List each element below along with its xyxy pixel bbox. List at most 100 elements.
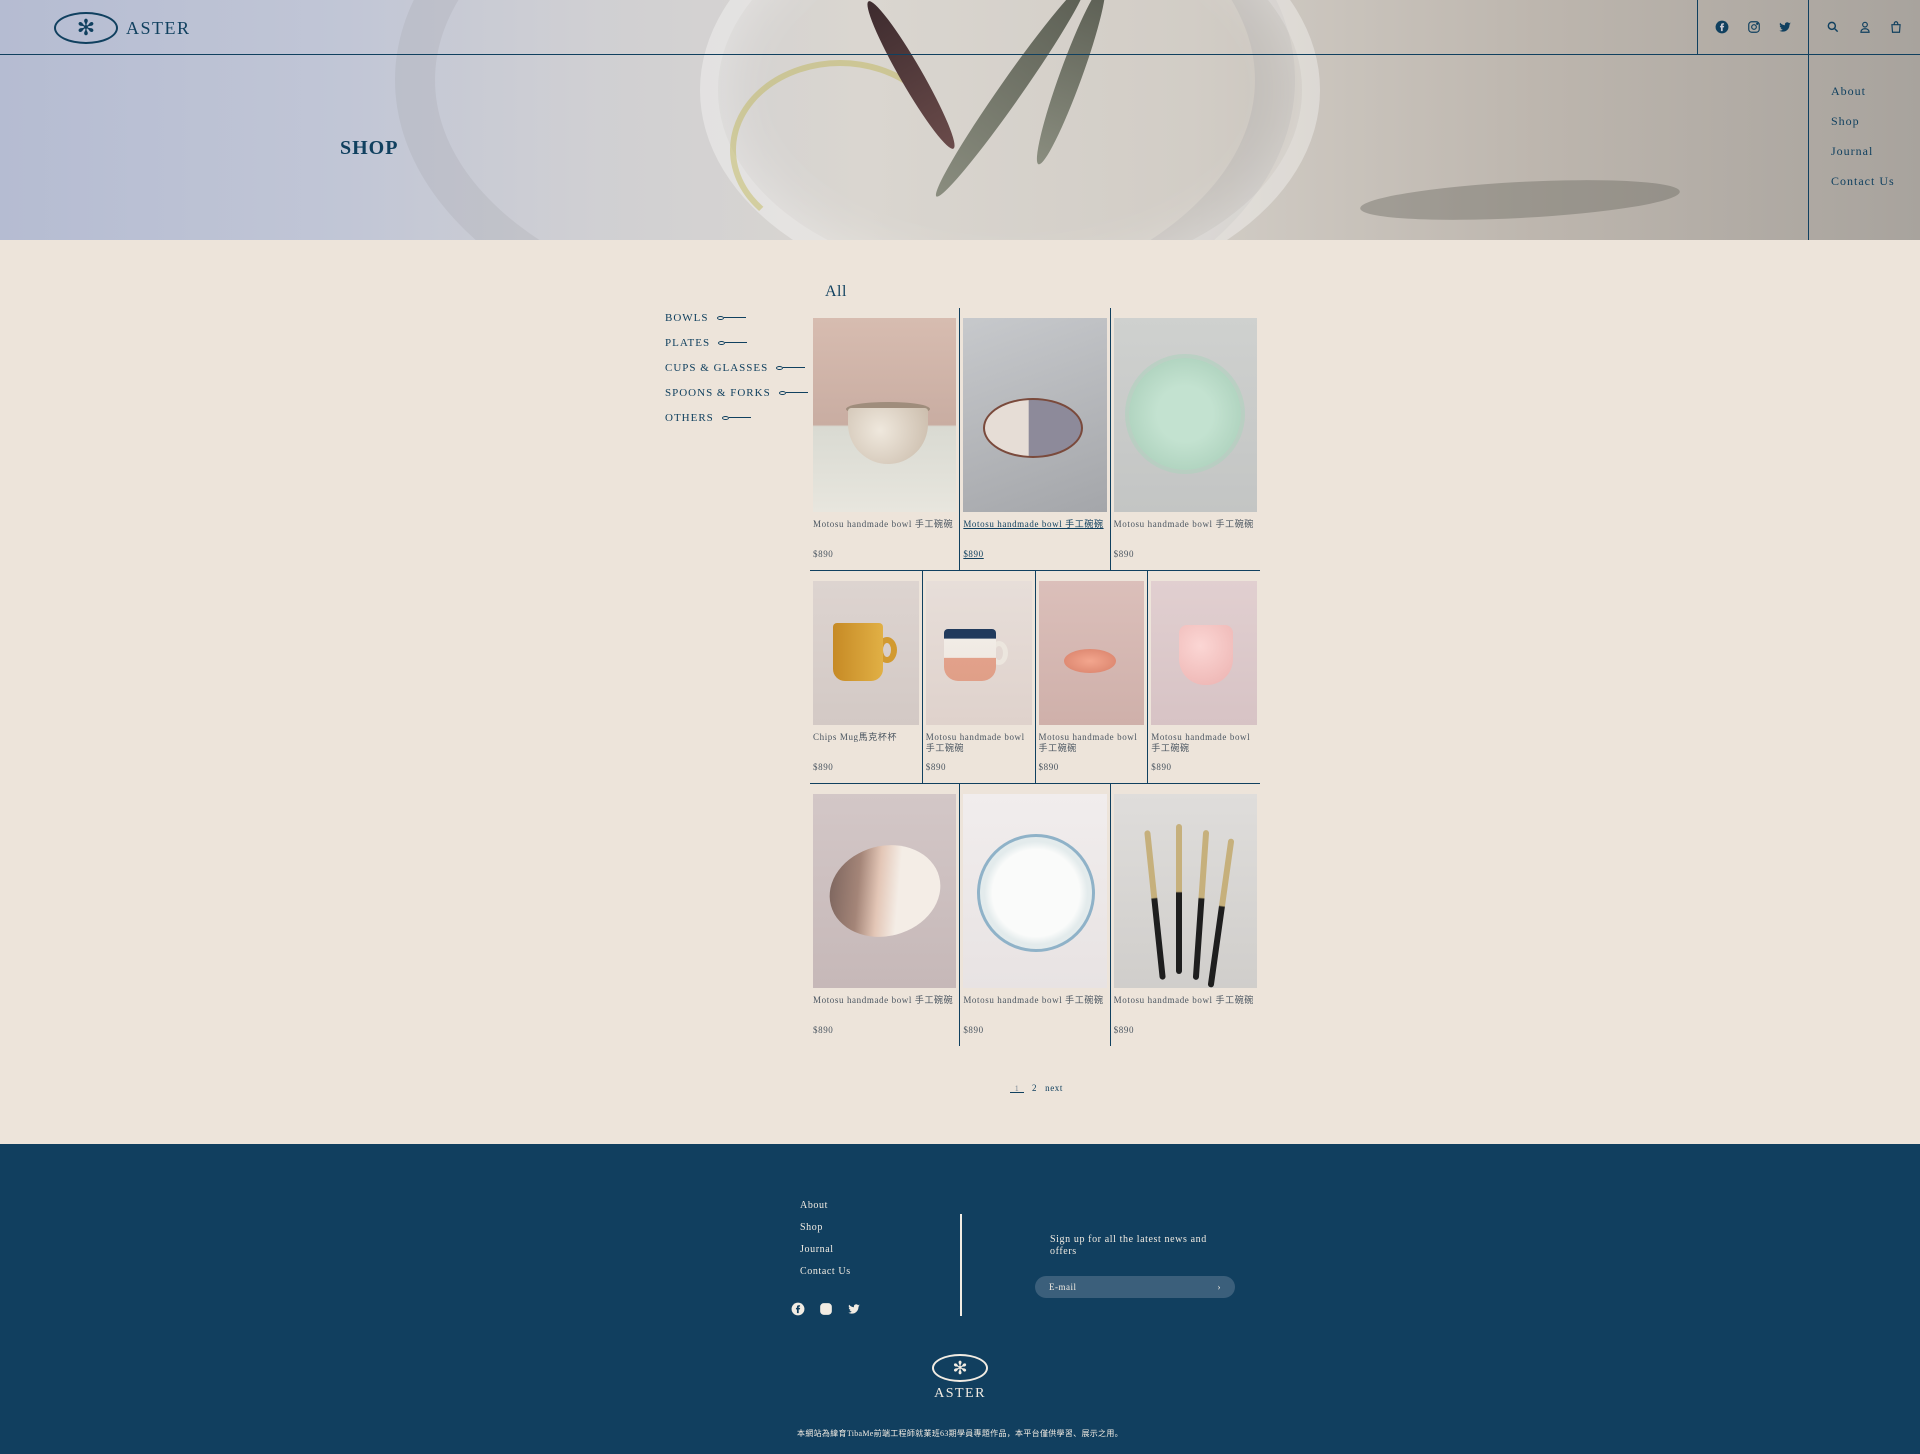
product-price: $890	[813, 549, 834, 559]
product-price: $890	[925, 762, 947, 772]
product-name[interactable]: Motosu handmade bowl 手工碗碗	[1114, 995, 1257, 1017]
page-title: SHOP	[340, 137, 399, 159]
twitter-icon[interactable]	[846, 1301, 862, 1317]
product-name[interactable]: Motosu handmade bowl 手工碗碗	[1039, 732, 1145, 754]
category-label: CUPS & GLASSES	[665, 361, 769, 374]
product-row: Motosu handmade bowl 手工碗碗 $890 Motosu ha…	[810, 784, 1260, 1046]
arrow-icon	[721, 415, 751, 420]
arrow-icon	[718, 340, 748, 345]
facebook-icon[interactable]	[790, 1301, 806, 1317]
side-nav-shop[interactable]: Shop	[1831, 114, 1895, 129]
footer-logo[interactable]: ✻ ASTER	[930, 1354, 990, 1402]
logo-emblem-icon: ✻	[54, 12, 118, 44]
product-image[interactable]	[1113, 318, 1257, 512]
top-bar	[0, 0, 1920, 55]
product-name[interactable]: Motosu handmade bowl 手工碗碗	[1114, 519, 1257, 541]
product-name[interactable]: Motosu handmade bowl 手工碗碗	[963, 519, 1106, 541]
product-name[interactable]: Motosu handmade bowl 手工碗碗	[813, 995, 956, 1017]
product-price: $890	[963, 1025, 984, 1035]
product-card[interactable]: Motosu handmade bowl 手工碗碗 $890	[1111, 308, 1260, 570]
category-plates[interactable]: PLATES	[665, 335, 808, 350]
twitter-icon[interactable]	[1777, 19, 1793, 35]
product-image[interactable]	[813, 794, 957, 988]
category-label: BOWLS	[665, 311, 709, 324]
product-image[interactable]	[813, 581, 919, 725]
product-image[interactable]	[925, 581, 1032, 725]
product-image[interactable]	[813, 318, 957, 512]
category-label: SPOONS & FORKS	[665, 386, 771, 399]
footer-nav-shop[interactable]: Shop	[800, 1222, 851, 1234]
side-nav-about[interactable]: About	[1831, 84, 1895, 99]
email-placeholder[interactable]: E-mail	[1049, 1282, 1077, 1292]
arrow-icon	[778, 390, 808, 395]
logo-emblem-icon: ✻	[932, 1354, 988, 1382]
pagination: 1 2 next	[1010, 1083, 1063, 1093]
hero-banner: ✻ ASTER About Shop Journal Contact Us SH…	[0, 0, 1920, 240]
facebook-icon[interactable]	[1714, 19, 1730, 35]
user-icon[interactable]	[1857, 19, 1873, 35]
product-card[interactable]: Motosu handmade bowl 手工碗碗 $890	[960, 308, 1111, 570]
newsletter-email-field[interactable]: E-mail ›	[1035, 1276, 1235, 1298]
newsletter-text: Sign up for all the latest news and offe…	[1050, 1234, 1207, 1257]
instagram-icon[interactable]	[1746, 19, 1762, 35]
product-price: $890	[963, 549, 984, 559]
side-nav-journal[interactable]: Journal	[1831, 144, 1895, 159]
footer-nav-about[interactable]: About	[800, 1200, 851, 1212]
product-image[interactable]	[1151, 581, 1257, 725]
footer-nav-journal[interactable]: Journal	[800, 1244, 851, 1256]
footer-nav-contact[interactable]: Contact Us	[800, 1266, 851, 1278]
side-nav-contact[interactable]: Contact Us	[1831, 174, 1895, 189]
utility-icons	[1809, 0, 1920, 54]
footer-divider	[960, 1214, 962, 1316]
cart-icon[interactable]	[1888, 19, 1904, 35]
product-image[interactable]	[963, 794, 1107, 988]
category-others[interactable]: OTHERS	[665, 410, 808, 425]
category-cups-glasses[interactable]: CUPS & GLASSES	[665, 360, 808, 375]
product-card[interactable]: Chips Mug馬克杯杯 $890	[810, 571, 923, 783]
header-logo[interactable]: ✻ ASTER	[54, 12, 191, 44]
category-label: PLATES	[665, 336, 711, 349]
category-spoons-forks[interactable]: SPOONS & FORKS	[665, 385, 808, 400]
product-name[interactable]: Motosu handmade bowl 手工碗碗	[963, 995, 1106, 1017]
product-price: $890	[1151, 762, 1172, 772]
hero-leaf-shadow	[1359, 173, 1681, 227]
filter-label: All	[825, 283, 847, 300]
copyright-text: 本網站為緯育TibaMe前端工程師就業班63期學員專題作品，本平台僅供學習、展示…	[797, 1429, 1123, 1438]
next-page-link[interactable]: next	[1045, 1083, 1063, 1093]
product-price: $890	[1038, 762, 1059, 772]
product-card[interactable]: Motosu handmade bowl 手工碗碗 $890	[1148, 571, 1260, 783]
category-label: OTHERS	[665, 411, 714, 424]
footer: About Shop Journal Contact Us Sign up fo…	[0, 1144, 1920, 1454]
logo-text: ASTER	[126, 17, 191, 38]
product-grid: Motosu handmade bowl 手工碗碗 $890 Motosu ha…	[810, 308, 1260, 1046]
product-image[interactable]	[963, 318, 1107, 512]
product-name[interactable]: Motosu handmade bowl 手工碗碗	[926, 732, 1032, 754]
product-card[interactable]: Motosu handmade bowl 手工碗碗 $890	[923, 571, 1036, 783]
footer-social-links	[790, 1301, 862, 1317]
product-card[interactable]: Motosu handmade bowl 手工碗碗 $890	[960, 784, 1111, 1046]
side-nav: About Shop Journal Contact Us	[1831, 84, 1895, 189]
product-row: Motosu handmade bowl 手工碗碗 $890 Motosu ha…	[810, 308, 1260, 571]
product-name[interactable]: Motosu handmade bowl 手工碗碗	[813, 519, 956, 541]
footer-logo-text: ASTER	[934, 1386, 986, 1401]
product-price: $890	[813, 762, 834, 772]
arrow-icon	[776, 365, 806, 370]
product-image[interactable]	[1113, 794, 1257, 988]
category-bowls[interactable]: BOWLS	[665, 310, 808, 325]
product-name[interactable]: Chips Mug馬克杯杯	[813, 732, 919, 754]
product-card[interactable]: Motosu handmade bowl 手工碗碗 $890	[1111, 784, 1260, 1046]
product-name[interactable]: Motosu handmade bowl 手工碗碗	[1151, 732, 1257, 754]
product-image[interactable]	[1038, 581, 1145, 725]
product-card[interactable]: Motosu handmade bowl 手工碗碗 $890	[810, 308, 961, 570]
page-1-current[interactable]: 1	[1010, 1084, 1024, 1093]
product-price: $890	[1113, 1025, 1135, 1035]
submit-arrow-icon[interactable]: ›	[1218, 1282, 1222, 1292]
category-list: BOWLS PLATES CUPS & GLASSES SPOONS & FOR…	[665, 310, 808, 425]
instagram-icon[interactable]	[818, 1301, 834, 1317]
product-card[interactable]: Motosu handmade bowl 手工碗碗 $890	[810, 784, 961, 1046]
footer-nav: About Shop Journal Contact Us	[800, 1200, 851, 1278]
product-price: $890	[813, 1025, 834, 1035]
page-2-link[interactable]: 2	[1032, 1083, 1037, 1093]
product-card[interactable]: Motosu handmade bowl 手工碗碗 $890	[1036, 571, 1149, 783]
search-icon[interactable]	[1825, 19, 1841, 35]
